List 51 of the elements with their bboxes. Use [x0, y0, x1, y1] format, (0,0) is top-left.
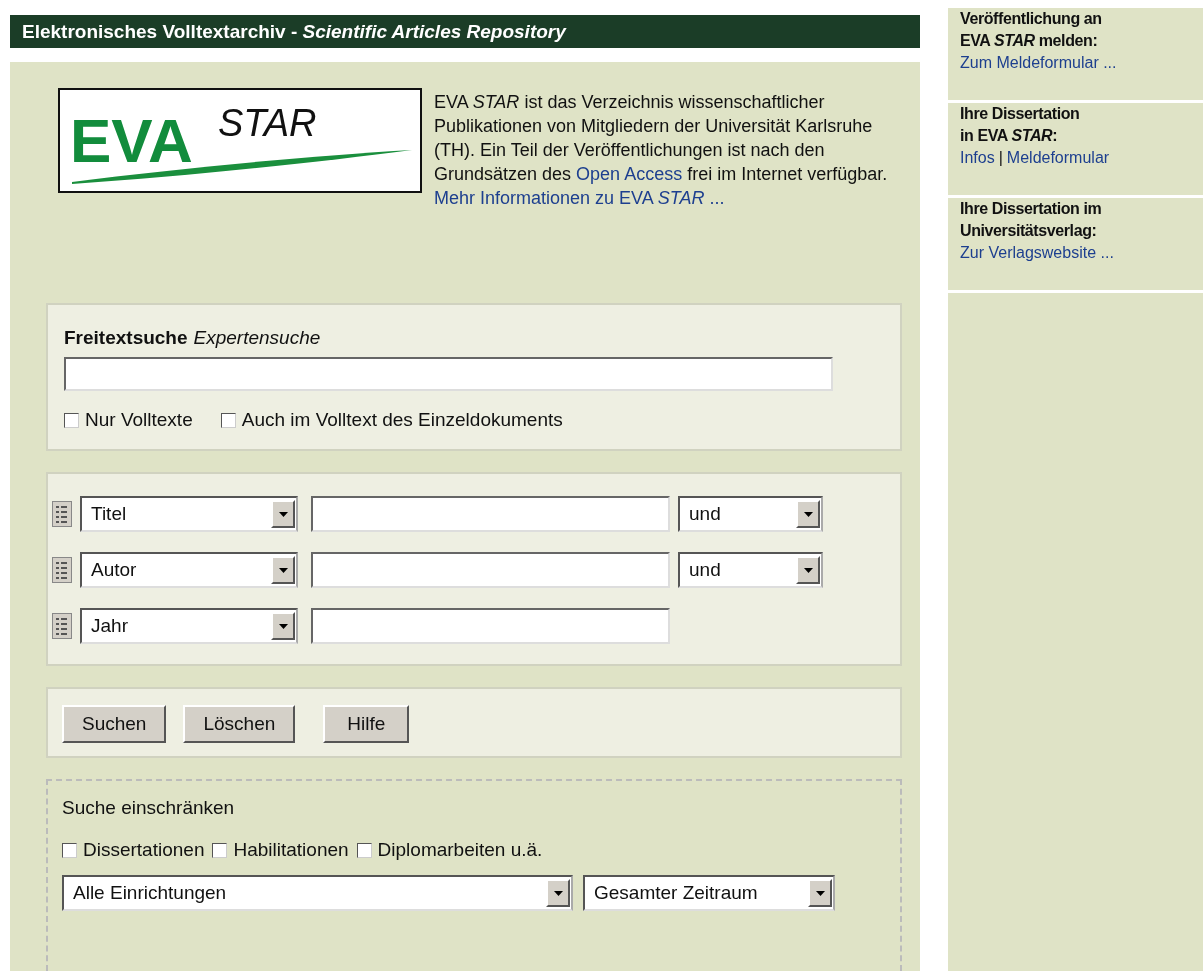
list-icon[interactable]: [52, 501, 72, 527]
caret-icon: [278, 511, 288, 517]
link[interactable]: Zur Verlagswebsite ...: [960, 244, 1114, 261]
intro-text: EVA STAR ist das Verzeichnis wissenschaftlicher Publikationen von Mitgliedern der Universität Karlsruhe (TH). Ein Teil der Veröffentlichungen ist nach den Grundsätzen des Open Access frei im Internet verfügbar. Mehr Informationen zu EVA STAR ...: [434, 91, 889, 210]
sidebar-heading: Ihre Dissertation im Universitätsverlag:: [960, 199, 1103, 241]
text-field[interactable]: [311, 552, 670, 588]
button[interactable]: Suchen: [62, 705, 167, 743]
checkbox-label: Diplomarbeiten u.ä.: [377, 839, 543, 861]
link[interactable]: Infos: [960, 149, 995, 166]
button[interactable]: Hilfe: [323, 705, 410, 743]
link[interactable]: Zum Meldeformular ...: [960, 54, 1117, 71]
page-subtitle: Scientific Articles Repository: [302, 20, 566, 43]
search-label: Freitextsuche: [64, 327, 188, 348]
list-icon[interactable]: [52, 613, 72, 639]
caret-icon: [278, 567, 288, 573]
text-field[interactable]: [311, 608, 670, 644]
dropdown[interactable]: und: [678, 496, 823, 532]
link[interactable]: Mehr Informationen zu EVA STAR ...: [434, 188, 725, 208]
checkbox[interactable]: [62, 842, 77, 858]
checkbox[interactable]: [356, 842, 372, 858]
checkbox[interactable]: [212, 842, 228, 858]
sidebar-heading: Ihre Dissertation in EVA STAR:: [960, 104, 1081, 146]
link[interactable]: Expertensuche: [193, 327, 321, 348]
page-title: Elektronisches Volltextarchiv -: [22, 20, 299, 43]
checkbox[interactable]: [64, 412, 79, 428]
link[interactable]: Open Access: [576, 164, 683, 184]
caret-icon: [553, 890, 563, 896]
dropdown[interactable]: Titel: [80, 496, 298, 532]
button[interactable]: Löschen: [183, 705, 296, 743]
checkbox[interactable]: [220, 412, 236, 428]
dropdown[interactable]: Gesamter Zeitraum: [583, 875, 835, 911]
text-field[interactable]: [311, 496, 670, 532]
checkbox-label: Nur Volltexte: [85, 409, 193, 431]
dropdown[interactable]: Alle Einrichtungen: [62, 875, 573, 911]
section-title: Suche einschränken: [62, 797, 236, 819]
checkbox-label: Dissertationen: [83, 839, 205, 861]
checkbox-label: Auch im Volltext des Einzeldokuments: [241, 409, 563, 431]
dropdown[interactable]: und: [678, 552, 823, 588]
caret-icon: [815, 890, 825, 896]
dropdown[interactable]: Jahr: [80, 608, 298, 644]
link[interactable]: Meldeformular: [1006, 149, 1110, 166]
caret-icon: [803, 567, 813, 573]
caret-icon: [278, 623, 288, 629]
dropdown[interactable]: Autor: [80, 552, 298, 588]
checkbox-label: Habilitationen: [233, 839, 349, 861]
logo: EVA STAR: [58, 88, 422, 193]
search-field[interactable]: [64, 357, 833, 391]
sidebar-heading: Veröffentlichung an EVA STAR melden:: [960, 9, 1103, 51]
caret-icon: [803, 511, 813, 517]
list-icon[interactable]: [52, 557, 72, 583]
separator: |: [998, 149, 1003, 166]
